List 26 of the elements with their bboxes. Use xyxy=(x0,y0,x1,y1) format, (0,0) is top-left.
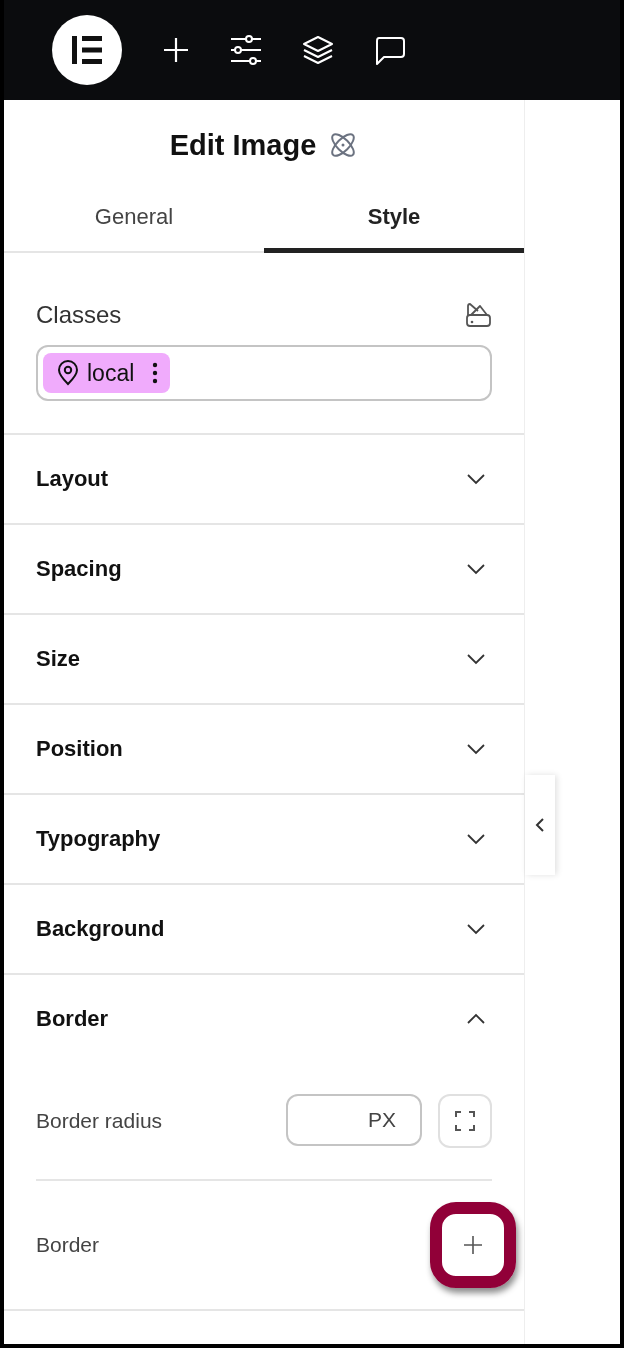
swatches-icon[interactable] xyxy=(464,301,492,329)
classes-field[interactable]: local xyxy=(36,345,492,401)
section-header[interactable]: Size xyxy=(4,615,524,703)
corners-icon xyxy=(454,1110,476,1132)
classes-label: Classes xyxy=(36,301,122,329)
control-label: Border radius xyxy=(36,1109,163,1133)
location-pin-icon xyxy=(57,360,79,386)
chevron-left-icon xyxy=(535,817,545,833)
border-radius-field[interactable]: PX xyxy=(286,1094,422,1146)
section-header[interactable]: Position xyxy=(4,705,524,793)
section-header[interactable]: Background xyxy=(4,885,524,973)
panel-title: Edit Image xyxy=(169,128,317,162)
add-icon xyxy=(463,1235,483,1255)
section-header[interactable]: Typography xyxy=(4,795,524,883)
control-label: Border xyxy=(36,1233,100,1257)
layers-icon[interactable] xyxy=(302,35,334,65)
comment-icon[interactable] xyxy=(374,34,406,66)
section-header[interactable]: Border xyxy=(4,975,524,1063)
tab[interactable]: General xyxy=(4,190,264,253)
section-header[interactable]: Spacing xyxy=(4,525,524,613)
section-header[interactable]: Layout xyxy=(4,435,524,523)
corners-button[interactable] xyxy=(438,1094,492,1148)
class-chip[interactable]: local xyxy=(43,353,171,393)
sliders-icon[interactable] xyxy=(230,35,262,65)
more-icon[interactable] xyxy=(152,362,159,384)
add-icon[interactable] xyxy=(162,36,190,64)
